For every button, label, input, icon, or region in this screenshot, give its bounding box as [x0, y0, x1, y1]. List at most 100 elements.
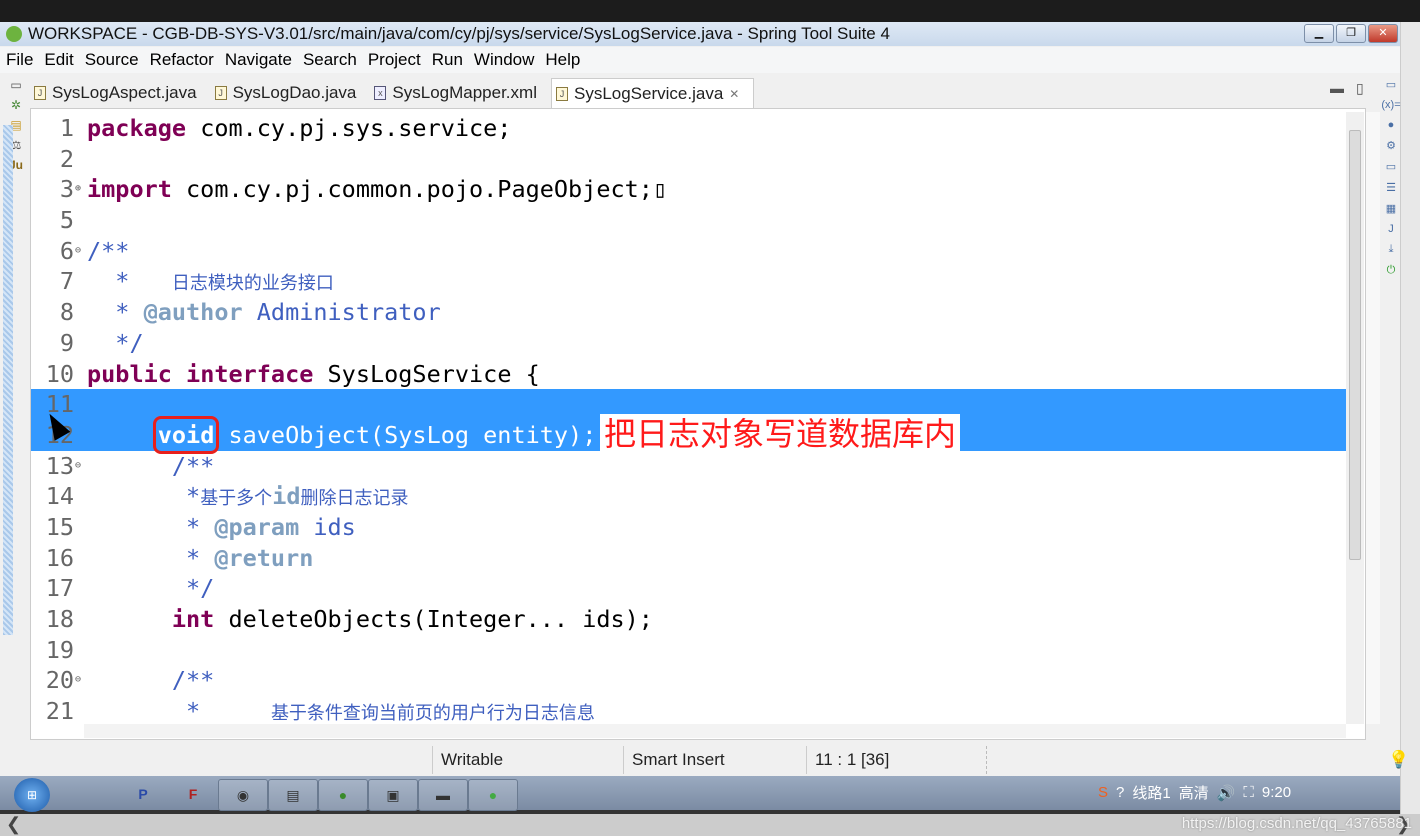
- restore-view-icon[interactable]: ▭: [1386, 78, 1396, 91]
- tab-syslogmapper[interactable]: x SysLogMapper.xml: [370, 78, 551, 108]
- code-text: int deleteObjects(Integer... ids);: [87, 604, 653, 635]
- taskbar-app-files[interactable]: ▤: [268, 779, 318, 811]
- xml-file-icon: x: [374, 86, 387, 100]
- lightbulb-icon[interactable]: 💡: [1388, 750, 1409, 770]
- code-line[interactable]: 10 public interface SysLogService {: [31, 359, 1347, 390]
- start-button[interactable]: ⊞: [14, 778, 50, 812]
- maximize-view-icon[interactable]: ▯: [1356, 80, 1376, 96]
- status-bar: Writable Smart Insert 11 : 1 [36] 💡: [0, 746, 1409, 774]
- code-line[interactable]: 7 * 日志模块的业务接口: [31, 266, 1347, 297]
- code-line[interactable]: 8 * @author Administrator: [31, 297, 1347, 328]
- code-line[interactable]: 18 int deleteObjects(Integer... ids);: [31, 604, 1347, 635]
- taskbar-app-wechat[interactable]: ●: [468, 779, 518, 811]
- task-list-icon[interactable]: ▦: [1386, 202, 1396, 215]
- code-line[interactable]: 3 ⊕ import com.cy.pj.common.pojo.PageObjec…: [31, 174, 1347, 205]
- menu-project[interactable]: Project: [362, 50, 426, 70]
- taskbar-app-p[interactable]: P: [118, 779, 168, 811]
- help-icon[interactable]: ?: [1116, 784, 1124, 801]
- tab-label: SysLogAspect.java: [52, 83, 197, 102]
- code-token: com.cy.pj.common.pojo.PageObject;: [171, 175, 653, 204]
- code-text: void saveObject(SysLog entity);: [87, 415, 596, 454]
- code-text: */: [87, 328, 143, 359]
- menu-source[interactable]: Source: [79, 50, 144, 70]
- tab-syslogaspect[interactable]: J SysLogAspect.java: [30, 78, 211, 108]
- spring-boot-dashboard-icon[interactable]: ⏻: [1387, 264, 1396, 277]
- tab-syslogdao[interactable]: J SysLogDao.java: [211, 78, 371, 108]
- taskbar-app-window[interactable]: ▬: [418, 779, 468, 811]
- close-tab-icon[interactable]: ✕: [729, 87, 739, 101]
- download-icon[interactable]: ⤓: [1389, 243, 1394, 256]
- code-text: import com.cy.pj.common.pojo.PageObject;…: [87, 174, 667, 205]
- menu-window[interactable]: Window: [468, 50, 539, 70]
- taskbar-app-chrome[interactable]: ◉: [218, 779, 268, 811]
- fold-toggle-icon[interactable]: ⊕: [75, 174, 81, 205]
- tab-syslogservice[interactable]: J SysLogService.java ✕: [550, 78, 755, 108]
- fold-toggle-icon[interactable]: ⊖: [75, 236, 81, 267]
- menu-file[interactable]: File: [0, 50, 38, 70]
- outer-scrollbar[interactable]: [1400, 22, 1420, 814]
- menu-navigate[interactable]: Navigate: [219, 50, 297, 70]
- fold-toggle-icon[interactable]: ⊖: [75, 451, 81, 482]
- watermark: https://blog.csdn.net/qq_43765881: [1181, 815, 1412, 832]
- code-token: *: [87, 267, 172, 296]
- sogou-icon[interactable]: S: [1098, 784, 1108, 801]
- tray-quality-label[interactable]: 高清: [1179, 782, 1209, 803]
- close-button[interactable]: ✕: [1368, 24, 1398, 43]
- vertical-scrollbar[interactable]: [1346, 112, 1364, 724]
- spring-logo-icon: [6, 26, 22, 42]
- breakpoints-icon[interactable]: ●: [1388, 119, 1395, 131]
- tab-label: SysLogMapper.xml: [392, 83, 537, 102]
- code-line[interactable]: 9 */: [31, 328, 1347, 359]
- code-line[interactable]: 5: [31, 205, 1347, 236]
- code-line[interactable]: 20 ⊖ /**: [31, 665, 1347, 696]
- restore-button[interactable]: ❐: [1336, 24, 1366, 43]
- restore-view-icon[interactable]: ▭: [1386, 160, 1396, 173]
- menu-help[interactable]: Help: [539, 50, 585, 70]
- java-file-icon: J: [214, 86, 227, 100]
- code-line[interactable]: 15 * @param ids: [31, 512, 1347, 543]
- code-line[interactable]: 2: [31, 144, 1347, 175]
- fullscreen-icon[interactable]: ⛶: [1243, 784, 1254, 801]
- code-token: /**: [87, 236, 130, 265]
- fold-toggle-icon[interactable]: ⊖: [75, 665, 81, 696]
- menu-run[interactable]: Run: [426, 50, 468, 70]
- restore-view-icon[interactable]: ▭: [10, 78, 21, 92]
- menu-refactor[interactable]: Refactor: [144, 50, 219, 70]
- variables-icon[interactable]: (x)=: [1381, 99, 1400, 111]
- taskbar-app-spring[interactable]: ●: [318, 779, 368, 811]
- code-line[interactable]: 16 * @return: [31, 543, 1347, 574]
- expressions-icon[interactable]: ⚙: [1386, 139, 1396, 152]
- tab-label: SysLogDao.java: [232, 83, 357, 102]
- code-line[interactable]: 1 package com.cy.pj.sys.service;: [31, 113, 1347, 144]
- line-number: 18: [45, 605, 74, 633]
- debug-icon[interactable]: ✲: [11, 98, 21, 112]
- minimize-view-icon[interactable]: ▬: [1330, 80, 1356, 96]
- code-line[interactable]: 14 *基于多个id删除日志记录: [31, 481, 1347, 512]
- scroll-thumb[interactable]: [1349, 130, 1361, 560]
- code-token: import: [87, 175, 172, 204]
- menu-search[interactable]: Search: [297, 50, 362, 70]
- line-number: 15: [45, 512, 74, 541]
- code-line[interactable]: 6 ⊖/**: [31, 236, 1347, 267]
- right-toolbar: ▭ (x)= ● ⚙ ▭ ☰ ▦ J ⤓ ⏻: [1381, 78, 1400, 277]
- code-token: int: [171, 605, 215, 633]
- taskbar-app-notepad[interactable]: ▣: [368, 779, 418, 811]
- horizontal-scrollbar[interactable]: [84, 724, 1346, 738]
- code-line[interactable]: 13 ⊖ /**: [31, 451, 1347, 482]
- code-line[interactable]: 21 * 基于条件查询当前页的用户行为日志信息: [31, 696, 1347, 727]
- editor-tabs: J SysLogAspect.java J SysLogDao.java x SysL…: [30, 76, 1380, 108]
- menu-bar: File Edit Source Refactor Navigate Searc…: [0, 47, 1400, 73]
- code-line[interactable]: 19: [31, 635, 1347, 666]
- taskbar-app-filezilla[interactable]: F: [168, 779, 218, 811]
- code-line[interactable]: 17 */: [31, 573, 1347, 604]
- outline-icon[interactable]: ☰: [1386, 181, 1396, 194]
- window-title: WORKSPACE - CGB-DB-SYS-V3.01/src/main/ja…: [28, 24, 890, 43]
- tray-line-label[interactable]: 线路1: [1132, 782, 1170, 803]
- menu-edit[interactable]: Edit: [38, 50, 78, 70]
- volume-icon[interactable]: 🔊: [1217, 784, 1236, 802]
- code-token: public: [87, 359, 172, 388]
- javadoc-icon[interactable]: J: [1388, 223, 1394, 235]
- scroll-left-icon[interactable]: ❮: [6, 814, 21, 835]
- minimize-button[interactable]: ▁: [1304, 24, 1334, 43]
